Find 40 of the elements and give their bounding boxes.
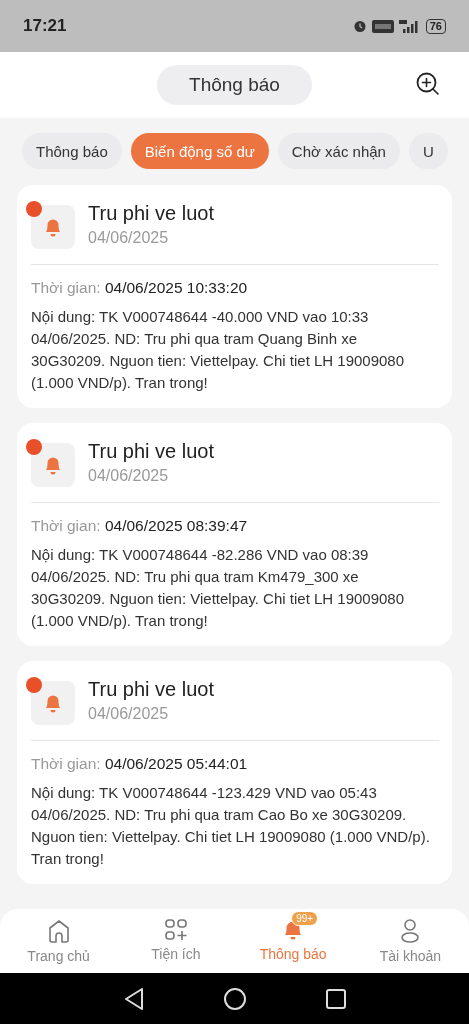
- alarm-icon: [352, 19, 367, 33]
- filter-tab[interactable]: Chờ xác nhận: [277, 133, 400, 169]
- filter-tab[interactable]: U: [408, 133, 448, 169]
- notification-title: Tru phi ve luot: [88, 678, 214, 701]
- user-icon: [399, 918, 422, 944]
- notification-card[interactable]: [17, 423, 452, 646]
- home-circle-icon[interactable]: [222, 986, 247, 1011]
- notification-content: Nội dung: TK V000748644 -123.429 VND vao 05:43 04/06/2025. ND: Tru phi qua tram Cao Bo xe 30G30209. Nguon tien: Viettelpay. Chi tiet LH 19009080 (1.000 VND/p). Tran trong!: [31, 783, 431, 869]
- back-icon[interactable]: [122, 986, 145, 1011]
- notification-card[interactable]: [17, 185, 452, 408]
- nav-tab[interactable]: Tiện ích: [117, 909, 235, 973]
- nav-tab[interactable]: 99+ Thông báo: [234, 909, 352, 973]
- time-value: 04/06/2025 08:39:47: [104, 517, 248, 534]
- notification-content: Nội dung: TK V000748644 -82.286 VND vao 08:39 04/06/2025. ND: Tru phi qua tram Km479_300 xe 30G30209. Nguon tien: Viettelpay. Chi tiet LH 19009080 (1.000 VND/p). Tran trong!: [31, 545, 406, 631]
- time-label: Thời gian:: [31, 755, 101, 772]
- nav-tab[interactable]: Tài khoản: [351, 909, 469, 973]
- filter-tab[interactable]: Thông báo: [22, 133, 122, 169]
- notification-date: 04/06/2025: [88, 467, 170, 485]
- page-title: Thông báo: [157, 65, 312, 105]
- notification-card[interactable]: [17, 661, 452, 884]
- notification-date: 04/06/2025: [88, 229, 170, 247]
- home-icon: [46, 918, 71, 944]
- notification-content: Nội dung: TK V000748644 -40.000 VND vao 10:33 04/06/2025. ND: Tru phi qua tram Quang Binh xe 30G30209. Nguon tien: Viettelpay. Chi tiet LH 19009080 (1.000 VND/p). Tran trong!: [31, 307, 406, 393]
- time-value: 04/06/2025 05:44:01: [104, 755, 248, 772]
- battery-level: 76: [429, 19, 442, 32]
- status-time: 17:21: [23, 16, 67, 36]
- time-label: Thời gian:: [31, 279, 101, 296]
- time-label: Thời gian:: [31, 517, 101, 534]
- notification-title: Tru phi ve luot: [88, 202, 214, 225]
- search-button[interactable]: [415, 71, 441, 97]
- notification-title: Tru phi ve luot: [88, 440, 214, 463]
- search-icon: [415, 71, 441, 97]
- apps-icon: [163, 918, 188, 942]
- signal-icon: [398, 19, 421, 33]
- nav-tab[interactable]: Trang chủ: [0, 909, 118, 973]
- time-value: 04/06/2025 10:33:20: [104, 279, 248, 296]
- notification-date: 04/06/2025: [88, 705, 170, 723]
- recents-icon[interactable]: [324, 987, 347, 1010]
- count-badge: 99+: [291, 911, 319, 926]
- filter-tab[interactable]: Biến động số dư: [130, 133, 269, 169]
